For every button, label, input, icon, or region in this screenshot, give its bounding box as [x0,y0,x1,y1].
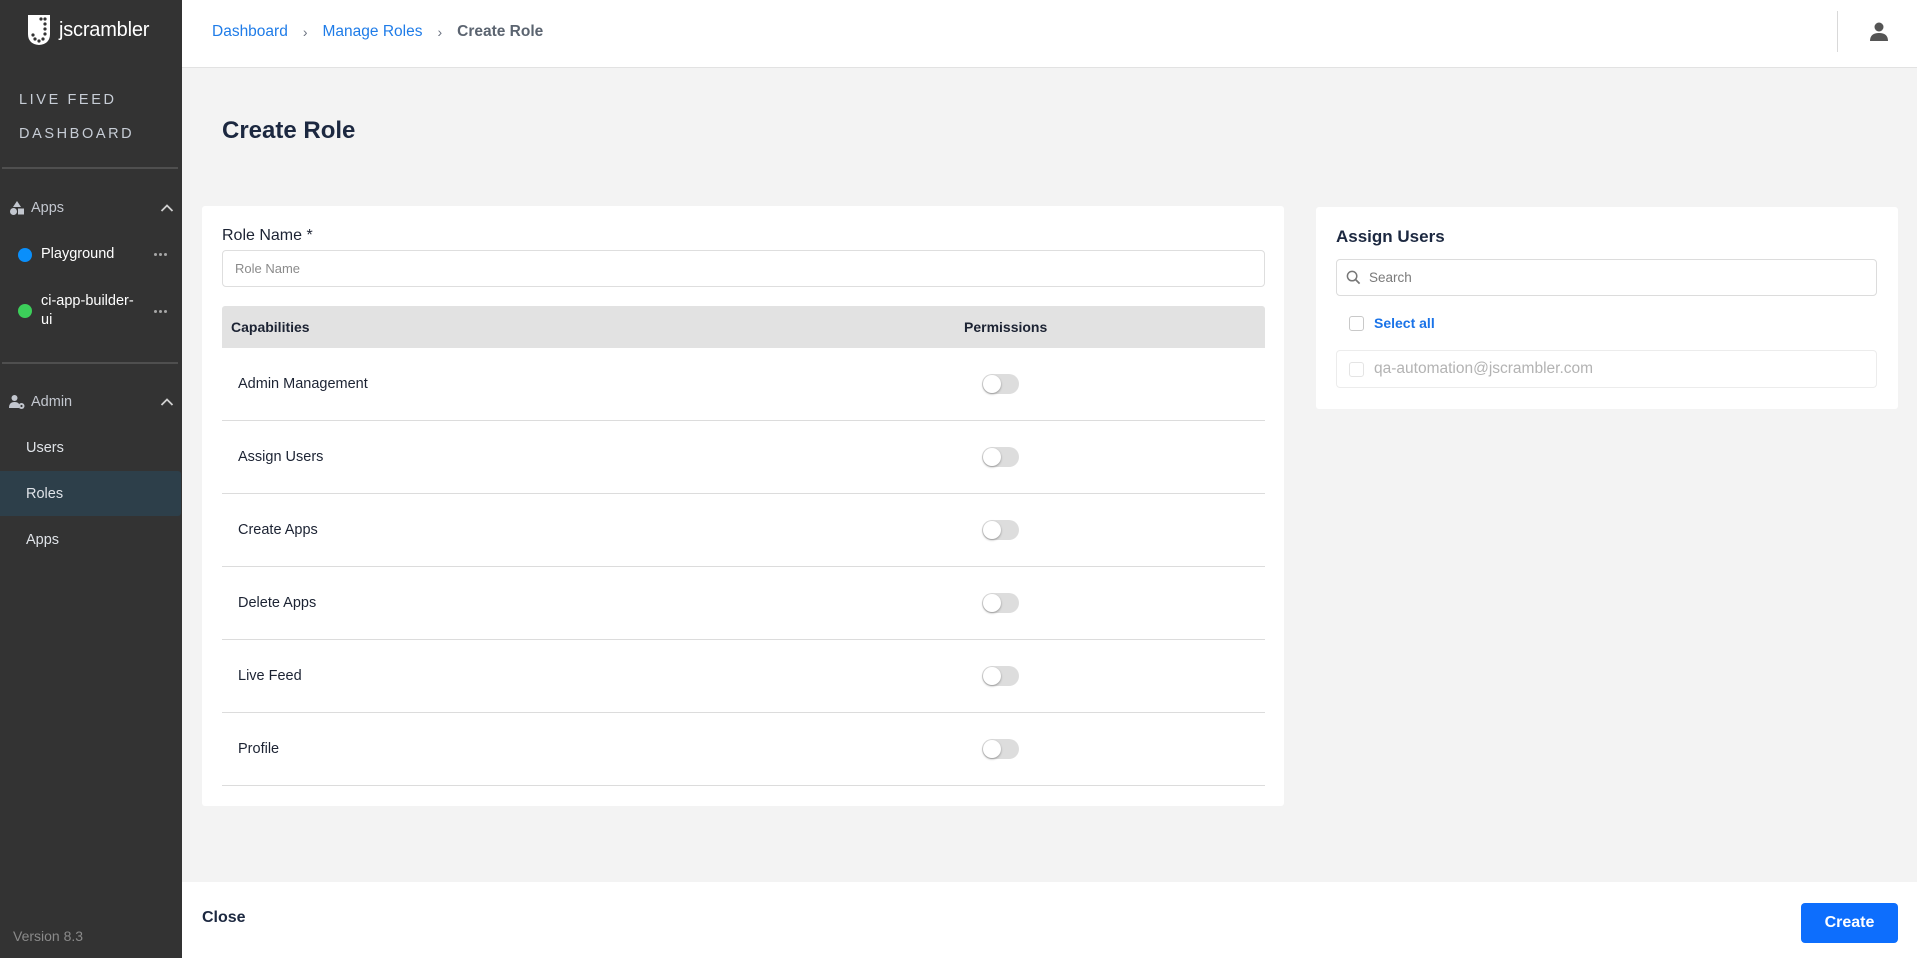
user-checkbox[interactable] [1349,361,1364,377]
select-all-control[interactable]: Select all [1349,315,1435,331]
user-icon[interactable] [1867,20,1891,44]
more-options-icon[interactable] [154,309,168,313]
capability-name: Create Apps [238,522,318,538]
capability-name: Assign Users [238,449,324,465]
permission-toggle[interactable] [982,374,1019,394]
permission-toggle[interactable] [982,520,1019,540]
close-button[interactable]: Close [202,909,246,927]
capability-name: Profile [238,741,280,757]
breadcrumb: Dashboard › Manage Roles › Create Role [212,23,543,41]
app-name: Playground [41,246,115,262]
toggle-knob [983,740,1001,758]
table-row: Assign Users [222,421,1265,494]
sidebar-divider [2,362,178,364]
permission-toggle[interactable] [982,666,1019,686]
sidebar-top-links: LIVE FEED DASHBOARD [19,90,134,158]
app-status-dot [18,247,32,262]
header-divider [1837,11,1838,52]
column-header-capabilities: Capabilities [231,319,310,335]
more-options-icon[interactable] [154,253,168,256]
app-status-dot [18,304,32,318]
role-form-card: Role Name * Capabilities Permissions Adm… [202,206,1284,806]
shapes-icon [9,200,25,216]
user-settings-icon [9,394,25,410]
chevron-up-icon[interactable] [160,203,174,213]
toggle-knob [983,667,1001,685]
select-all-label[interactable]: Select all [1374,315,1435,331]
capability-name: Delete Apps [238,595,317,611]
form-footer: Close Create [182,882,1917,958]
breadcrumb-separator-icon: › [302,24,308,40]
user-search-input[interactable] [1369,270,1859,285]
select-all-checkbox[interactable] [1349,315,1364,331]
sidebar-divider [2,167,178,169]
sidebar-item-users[interactable]: Users [0,425,181,470]
sidebar-app-item[interactable]: ci-app-builder-ui [18,292,168,330]
table-row: Delete Apps [222,567,1265,640]
sidebar-section-apps[interactable]: Apps [9,196,174,220]
create-button[interactable]: Create [1801,903,1898,943]
breadcrumb-manage-roles[interactable]: Manage Roles [323,23,423,41]
table-row: Create Apps [222,494,1265,567]
app-name: ci-app-builder-ui [41,293,134,328]
sidebar-item-apps[interactable]: Apps [0,517,181,562]
table-row: Profile [222,713,1265,786]
sidebar-item-roles[interactable]: Roles [0,471,181,516]
table-row: Admin Management [222,348,1265,421]
capabilities-table: Capabilities Permissions Admin Managemen… [222,306,1265,786]
sidebar-section-admin-label: Admin [31,394,73,410]
role-name-label: Role Name * [222,227,313,244]
sidebar-section-admin[interactable]: Admin [9,390,174,414]
table-header: Capabilities Permissions [222,306,1265,348]
toggle-knob [983,448,1001,466]
breadcrumb-separator-icon: › [437,24,443,40]
sidebar-link-dashboard[interactable]: DASHBOARD [19,124,134,158]
sidebar: jscrambler LIVE FEED DASHBOARD Apps Play… [0,0,182,958]
version-label: Version 8.3 [13,928,84,944]
permission-toggle[interactable] [982,593,1019,613]
sidebar-section-apps-label: Apps [31,200,65,216]
column-header-permissions: Permissions [964,319,1048,335]
brand-name: jscrambler [59,18,150,41]
user-email: qa-automation@jscrambler.com [1374,360,1594,377]
permission-toggle[interactable] [982,447,1019,467]
assign-users-card: Assign Users Select all qa-automation@js… [1316,207,1898,409]
role-name-input[interactable] [222,250,1265,287]
toggle-knob [983,375,1001,393]
user-search-field[interactable] [1336,259,1877,296]
breadcrumb-current: Create Role [457,23,544,40]
brand-logo[interactable]: jscrambler [26,14,149,46]
page-title: Create Role [222,117,356,144]
sidebar-link-live-feed[interactable]: LIVE FEED [19,90,134,124]
toggle-knob [983,594,1001,612]
capability-name: Admin Management [238,376,368,392]
user-list-item[interactable]: qa-automation@jscrambler.com [1336,350,1877,388]
chevron-up-icon[interactable] [160,397,174,407]
breadcrumb-dashboard[interactable]: Dashboard [212,23,288,41]
top-header: Dashboard › Manage Roles › Create Role [182,0,1917,68]
capability-name: Live Feed [238,668,302,684]
toggle-knob [983,521,1001,539]
table-row: Live Feed [222,640,1265,713]
jscrambler-logo-icon [28,15,50,45]
sidebar-app-item[interactable]: Playground [18,245,168,264]
search-icon [1346,270,1361,285]
assign-users-title: Assign Users [1336,227,1445,246]
permission-toggle[interactable] [982,739,1019,759]
